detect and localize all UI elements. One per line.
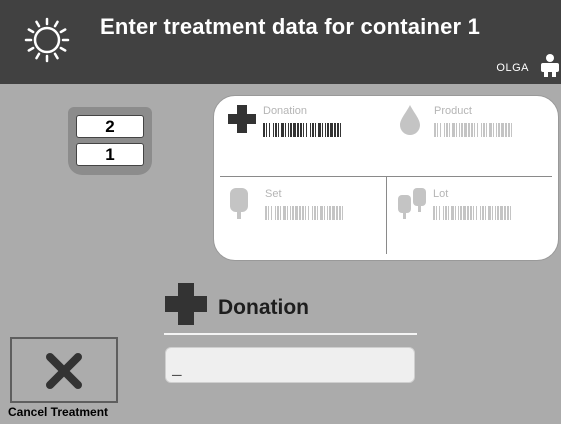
barcode-icon — [263, 123, 341, 137]
header-bar: Enter treatment data for container 1 OLG… — [0, 0, 561, 84]
user-name: OLGA — [496, 62, 529, 74]
set-summary-label: Set — [265, 188, 282, 200]
lot-summary-label: Lot — [433, 188, 449, 200]
cross-icon — [228, 105, 256, 133]
donation-field-label: Donation — [218, 296, 309, 319]
page-title: Enter treatment data for container 1 — [100, 14, 481, 39]
divider — [386, 176, 387, 254]
treatment-summary-card: Donation Product Set Lot — [213, 95, 559, 261]
product-summary-label: Product — [434, 105, 472, 117]
barcode-icon — [434, 123, 512, 137]
drop-icon — [400, 105, 420, 135]
cancel-treatment-label: Cancel Treatment — [8, 405, 109, 419]
person-icon — [541, 54, 559, 77]
sun-icon — [24, 17, 70, 63]
container-tab-1[interactable]: 1 — [76, 143, 144, 166]
barcode-icon — [433, 206, 511, 220]
close-icon — [46, 353, 82, 389]
donation-summary-label: Donation — [263, 105, 308, 117]
container-stack: 2 1 — [68, 107, 152, 175]
cross-icon — [165, 283, 207, 325]
divider — [164, 333, 417, 335]
bag-icon — [230, 188, 248, 219]
barcode-icon — [265, 206, 343, 220]
container-tab-2[interactable]: 2 — [76, 115, 144, 138]
cancel-treatment-button[interactable] — [10, 337, 118, 403]
bags-icon — [398, 188, 426, 219]
donation-input[interactable]: _ — [165, 347, 415, 383]
